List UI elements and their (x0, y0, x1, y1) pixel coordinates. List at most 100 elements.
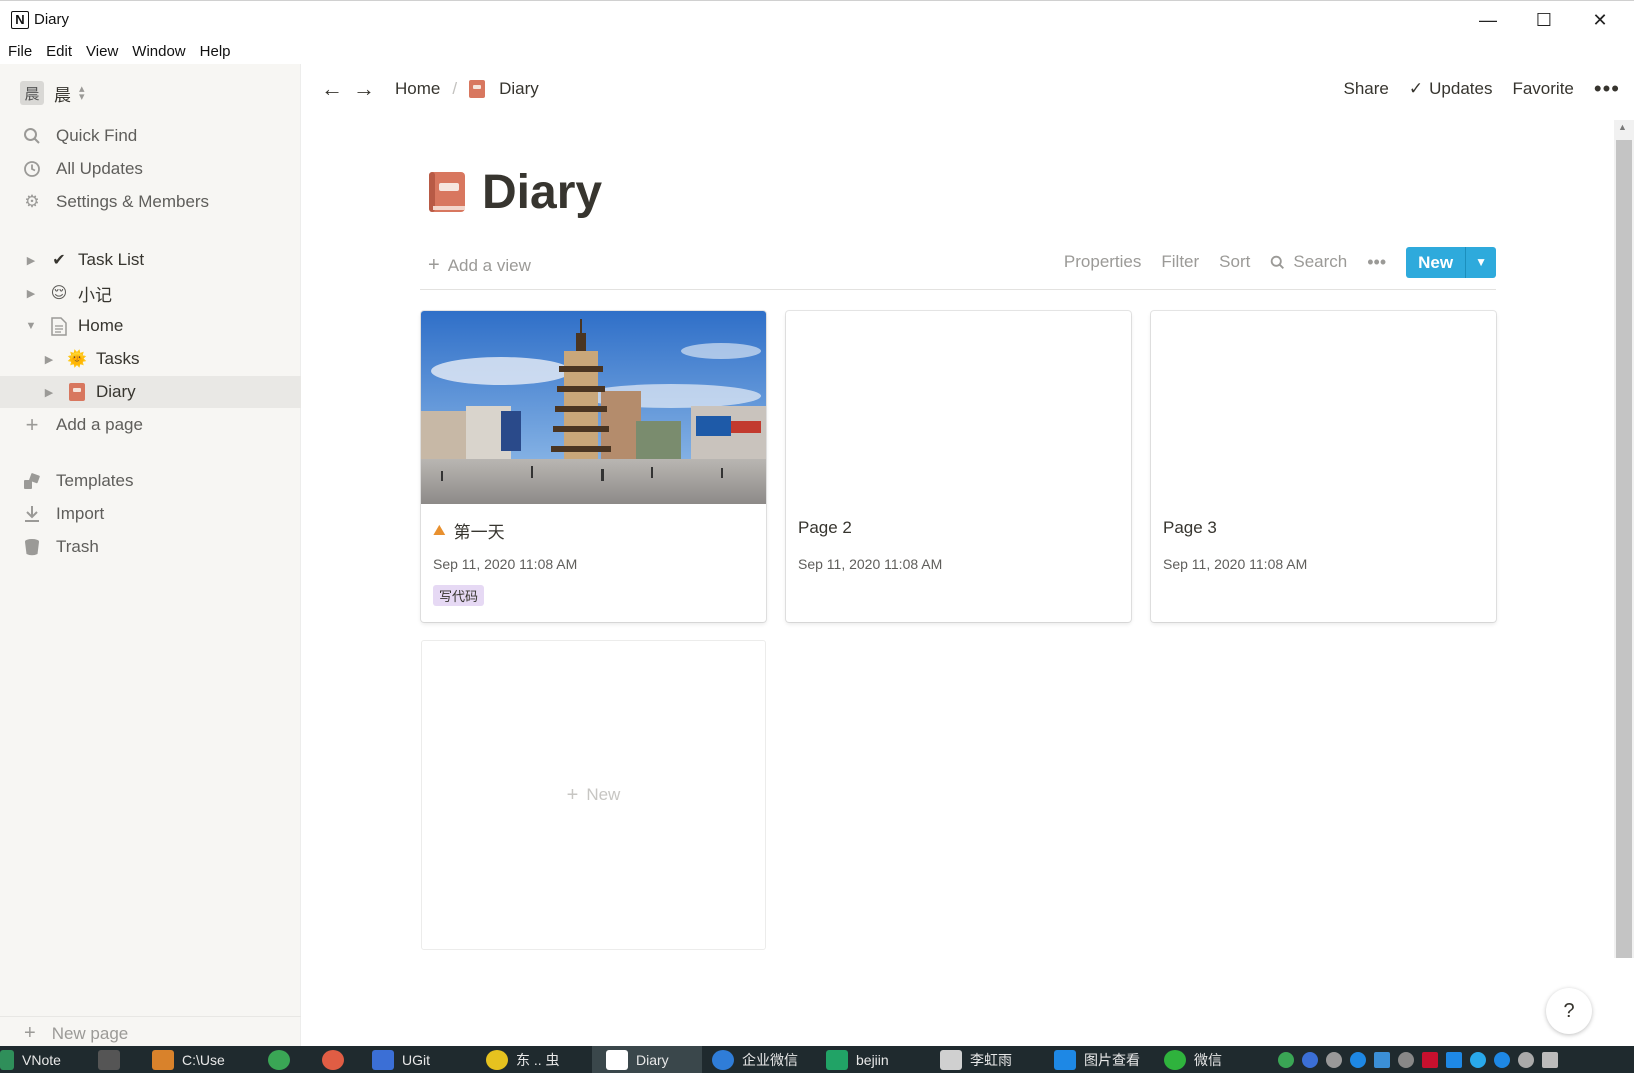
tray-icon[interactable] (1494, 1052, 1510, 1068)
breadcrumb-home[interactable]: Home (395, 79, 440, 99)
sidebar-item-settings[interactable]: ⚙ Settings & Members (0, 186, 301, 218)
tray-icon[interactable] (1542, 1052, 1558, 1068)
tray-icon[interactable] (1278, 1052, 1294, 1068)
forward-arrow-icon[interactable]: → (353, 76, 375, 102)
sidebar-item-trash[interactable]: Trash (0, 531, 301, 563)
card-cover-image (421, 311, 766, 504)
book-icon (66, 381, 88, 403)
taskbar-app-active[interactable]: Diary (592, 1046, 702, 1073)
sun-face-icon: 🌞 (67, 351, 87, 368)
page-book-icon[interactable] (425, 170, 469, 214)
new-button-label[interactable]: New (1406, 247, 1465, 278)
gear-icon: ⚙ (24, 192, 40, 211)
taskbar-app-label: 东 .. 虫 (516, 1051, 560, 1068)
taskbar-app[interactable]: VNote (0, 1046, 61, 1073)
view-more-icon[interactable]: ••• (1367, 252, 1386, 273)
filter-button[interactable]: Filter (1161, 252, 1199, 272)
properties-button[interactable]: Properties (1064, 252, 1141, 272)
chevron-down-icon[interactable]: ▼ (1465, 246, 1496, 278)
help-button[interactable]: ? (1546, 988, 1592, 1034)
app-icon (0, 1049, 14, 1070)
sidebar-page-task-list[interactable]: ▶ ✔ Task List (0, 244, 301, 276)
menu-file[interactable]: File (8, 43, 32, 60)
updates-button[interactable]: ✓ Updates (1409, 79, 1493, 99)
card-date: Sep 11, 2020 11:08 AM (1163, 556, 1308, 572)
taskbar-app[interactable]: UGit (372, 1046, 430, 1073)
taskbar-app-label: 李虹雨 (970, 1051, 1012, 1068)
taskbar-app-label: 图片查看 (1084, 1051, 1140, 1068)
caret-right-icon[interactable]: ▶ (24, 287, 38, 300)
tray-icon[interactable] (1398, 1052, 1414, 1068)
back-arrow-icon[interactable]: ← (321, 76, 343, 102)
sidebar-item-import[interactable]: Import (0, 498, 301, 530)
sidebar-page-diary[interactable]: ▶ Diary (0, 376, 301, 408)
gallery-card[interactable]: Page 3 Sep 11, 2020 11:08 AM (1151, 311, 1496, 622)
new-card-placeholder[interactable]: + New (421, 640, 766, 950)
page-title[interactable]: Diary (482, 165, 602, 220)
menu-window[interactable]: Window (132, 43, 185, 60)
sidebar-page-label: Tasks (96, 349, 140, 368)
postman-icon (322, 1049, 344, 1070)
menu-view[interactable]: View (86, 43, 118, 60)
sidebar-page-home[interactable]: ▼ Home (0, 310, 301, 342)
sidebar-item-templates[interactable]: Templates (0, 465, 301, 497)
new-card-label: + New (422, 641, 765, 949)
sidebar-page-tasks[interactable]: ▶ 🌞 Tasks (0, 343, 301, 375)
share-button[interactable]: Share (1344, 79, 1389, 99)
sidebar-page-xiaoji[interactable]: ▶ 😌 小记 (0, 277, 301, 309)
taskbar-app[interactable]: 李虹雨 (940, 1046, 1012, 1073)
menu-help[interactable]: Help (200, 43, 231, 60)
tray-icon[interactable] (1326, 1052, 1342, 1068)
caret-right-icon[interactable]: ▶ (42, 386, 56, 399)
favorite-button[interactable]: Favorite (1512, 79, 1573, 99)
gallery-card[interactable]: ⛰ 第一天 Sep 11, 2020 11:08 AM 写代码 (421, 311, 766, 622)
caret-right-icon[interactable]: ▶ (24, 254, 38, 267)
sublime-icon (152, 1049, 174, 1070)
taskbar-app[interactable] (268, 1046, 298, 1073)
add-view-button[interactable]: + Add a view (428, 254, 531, 277)
tray-icon[interactable] (1422, 1052, 1438, 1068)
sidebar-item-quick-find[interactable]: Quick Find (0, 120, 301, 152)
taskbar-app[interactable] (98, 1046, 128, 1073)
menu-edit[interactable]: Edit (46, 43, 72, 60)
tray-icon[interactable] (1374, 1052, 1390, 1068)
scroll-up-arrow-icon[interactable]: ▲ (1618, 122, 1627, 132)
taskbar-app[interactable]: 企业微信 (712, 1046, 798, 1073)
taskbar-app[interactable]: bejiin (826, 1046, 889, 1073)
window-titlebar: N Diary — ☐ ✕ (0, 0, 1634, 38)
book-icon (469, 80, 486, 98)
sidebar-item-all-updates[interactable]: All Updates (0, 153, 301, 185)
menu-bar: File Edit View Window Help (0, 38, 1634, 64)
plus-icon: + (566, 783, 579, 806)
gallery-card[interactable]: Page 2 Sep 11, 2020 11:08 AM (786, 311, 1131, 622)
search-button[interactable]: Search (1270, 252, 1347, 272)
taskbar-app-label: 微信 (1194, 1051, 1222, 1068)
search-icon (22, 126, 42, 146)
tray-icon[interactable] (1470, 1052, 1486, 1068)
new-page-button[interactable]: + New page (0, 1016, 301, 1050)
import-icon (22, 504, 42, 524)
more-options-icon[interactable]: ••• (1594, 76, 1620, 102)
sort-button[interactable]: Sort (1219, 252, 1250, 272)
tray-icon[interactable] (1518, 1052, 1534, 1068)
taskbar-app[interactable]: 图片查看 (1054, 1046, 1140, 1073)
os-taskbar: VNote C:\Use UGit 东 .. 虫 Diary 企业微信 beji… (0, 1046, 1634, 1073)
clock-icon (22, 159, 42, 179)
new-record-button[interactable]: New ▼ (1406, 246, 1496, 278)
taskbar-app[interactable]: 东 .. 虫 (486, 1046, 560, 1073)
add-page-button[interactable]: + Add a page (0, 409, 301, 441)
taskbar-app[interactable]: 微信 (1164, 1046, 1222, 1073)
caret-down-icon[interactable]: ▼ (24, 320, 38, 332)
maximize-button[interactable]: ☐ (1516, 1, 1572, 39)
close-button[interactable]: ✕ (1572, 1, 1628, 39)
scrollbar-thumb[interactable] (1616, 140, 1632, 958)
workspace-switcher[interactable]: 晨 晨 ▴ ▾ (20, 80, 85, 106)
breadcrumb-current[interactable]: Diary (499, 79, 539, 99)
tray-icon[interactable] (1350, 1052, 1366, 1068)
tray-icon[interactable] (1446, 1052, 1462, 1068)
caret-right-icon[interactable]: ▶ (42, 353, 56, 366)
taskbar-app[interactable] (322, 1046, 352, 1073)
taskbar-app[interactable]: C:\Use (152, 1046, 225, 1073)
minimize-button[interactable]: — (1460, 1, 1516, 39)
tray-icon[interactable] (1302, 1052, 1318, 1068)
